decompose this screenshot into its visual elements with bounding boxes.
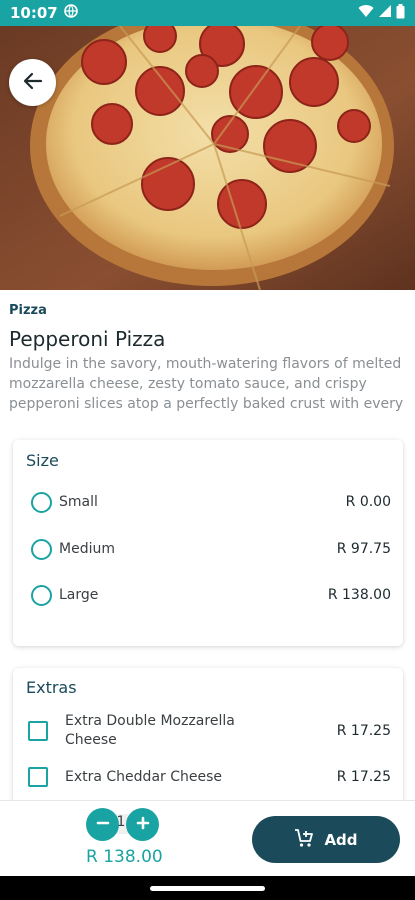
globe-icon — [63, 4, 78, 22]
product-title: Pepperoni Pizza — [9, 327, 166, 351]
size-section-title: Size — [26, 451, 59, 470]
checkbox[interactable] — [28, 767, 48, 787]
status-icons — [358, 3, 405, 23]
size-option-large[interactable]: Large R 138.00 — [31, 581, 391, 609]
system-nav-bar — [0, 876, 415, 900]
radio-button[interactable] — [31, 584, 52, 606]
extra-option-price: R 17.25 — [336, 723, 391, 739]
add-button-label: Add — [324, 830, 358, 849]
size-option-price: R 97.75 — [336, 541, 391, 557]
size-option-label: Large — [59, 587, 99, 603]
cart-add-icon — [294, 828, 314, 852]
extras-card: Extras Extra Double Mozzarella Cheese R … — [13, 668, 403, 808]
cart-bar: 1 R 138.00 Add — [0, 800, 415, 876]
size-option-price: R 0.00 — [345, 494, 391, 510]
radio-button[interactable] — [31, 538, 52, 560]
product-image — [0, 26, 415, 290]
wifi-icon — [358, 4, 374, 22]
product-detail-screen: 10:07 Pizza Pepperoni Pizza Indulge in t… — [0, 0, 415, 900]
battery-icon — [396, 3, 405, 23]
size-card: Size Small R 0.00 Medium R 97.75 Large R… — [13, 440, 403, 646]
status-time: 10:07 — [10, 4, 58, 22]
extra-option-cheddar[interactable]: Extra Cheddar Cheese R 17.25 — [28, 765, 391, 789]
extra-option-price: R 17.25 — [336, 769, 391, 785]
checkbox[interactable] — [28, 721, 48, 741]
product-description: Indulge in the savory, mouth-watering fl… — [9, 356, 404, 412]
total-price: R 138.00 — [86, 847, 163, 867]
extra-option-label: Extra Cheddar Cheese — [65, 768, 223, 785]
back-button[interactable] — [9, 59, 56, 106]
extras-section-title: Extras — [26, 678, 77, 697]
increment-button[interactable] — [126, 808, 159, 841]
size-option-label: Medium — [59, 541, 115, 557]
status-bar: 10:07 — [0, 0, 415, 26]
quantity-stepper: 1 — [86, 808, 159, 841]
size-option-medium[interactable]: Medium R 97.75 — [31, 535, 391, 563]
size-option-label: Small — [59, 494, 98, 510]
arrow-left-icon — [23, 71, 43, 95]
product-category: Pizza — [9, 303, 47, 318]
radio-button[interactable] — [31, 491, 52, 513]
plus-icon — [136, 811, 150, 836]
home-gesture-pill[interactable] — [150, 886, 265, 891]
decrement-button[interactable] — [86, 808, 119, 841]
add-to-cart-button[interactable]: Add — [252, 816, 400, 863]
signal-icon — [378, 4, 392, 22]
size-option-price: R 138.00 — [327, 587, 391, 603]
extra-option-double-mozzarella[interactable]: Extra Double Mozzarella Cheese R 17.25 — [28, 711, 391, 751]
size-option-small[interactable]: Small R 0.00 — [31, 488, 391, 516]
minus-icon — [96, 811, 110, 836]
extra-option-label: Extra Double Mozzarella Cheese — [65, 713, 235, 748]
